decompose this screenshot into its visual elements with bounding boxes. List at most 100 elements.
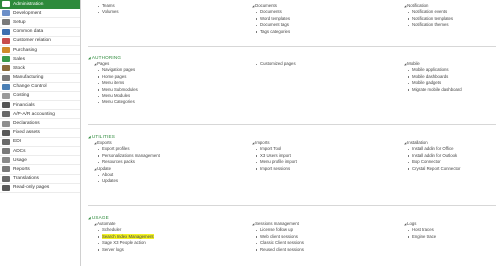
sidebar-item-label: Translations xyxy=(13,176,39,182)
utilities-heading: UTILITIES xyxy=(88,134,115,139)
read-only-icon xyxy=(2,184,10,191)
link-volumes[interactable]: Volumes xyxy=(94,9,118,15)
link-label: Tags categories xyxy=(260,28,291,34)
sidebar-item-a-p-a-r-accounting[interactable]: A/P-A/R accounting xyxy=(0,110,80,120)
link-label: Navigation pages xyxy=(102,67,136,73)
sidebar-item-administration[interactable]: Administration xyxy=(0,0,80,10)
authoring-col3: MobileMobile applicationsMobile dashboar… xyxy=(404,61,462,93)
purchasing-icon xyxy=(2,47,10,54)
sidebar-item-reports[interactable]: Reports xyxy=(0,165,80,175)
link-label: Web client sessions xyxy=(260,233,298,239)
sidebar-item-label: ADCs xyxy=(13,148,26,154)
link-label: Resources packs xyxy=(102,159,135,165)
sidebar-item-financials[interactable]: Financials xyxy=(0,101,80,111)
development-icon xyxy=(2,10,10,17)
link-crystal-report-connector[interactable]: Crystal Report Connector xyxy=(404,166,460,172)
link-label: X3 Users import xyxy=(260,152,291,158)
sidebar-item-purchasing[interactable]: Purchasing xyxy=(0,46,80,56)
sidebar-item-setup[interactable]: Setup xyxy=(0,18,80,28)
link-engine-trace[interactable]: Engine trace xyxy=(404,234,436,240)
link-resources-packs[interactable]: Resources packs xyxy=(94,159,160,165)
link-tags-categories[interactable]: Tags categories xyxy=(252,29,290,35)
sidebar-item-change-control[interactable]: Change Control xyxy=(0,83,80,92)
link-label: Document tags xyxy=(260,22,289,28)
sidebar-item-costing[interactable]: Costing xyxy=(0,92,80,102)
link-import-sessions[interactable]: Import sessions xyxy=(252,166,297,172)
admin-icon xyxy=(2,1,10,8)
stock-icon xyxy=(2,65,10,72)
section-top: TeamsVolumes DocumentsDocumentsWord temp… xyxy=(88,0,496,47)
sidebar-item-manufacturing[interactable]: Manufacturing xyxy=(0,74,80,83)
link-label: License follow up xyxy=(260,227,293,233)
link-label: Sage X3 People action xyxy=(102,240,146,246)
utilities-col1: ExportsExport profilesPersonalizations m… xyxy=(94,140,160,185)
sidebar-item-label: Sales xyxy=(13,56,25,62)
link-server-logs[interactable]: Server logs xyxy=(94,247,154,253)
link-label: Customized pages xyxy=(260,61,296,66)
change-control-icon xyxy=(2,83,10,90)
sidebar-item-declarations[interactable]: Declarations xyxy=(0,119,80,129)
sidebar-item-label: Usage xyxy=(13,157,27,163)
adcs-icon xyxy=(2,148,10,155)
edi-icon xyxy=(2,138,10,145)
link-label: Word templates xyxy=(260,15,291,21)
link-label: Install addin for Outlook xyxy=(412,152,458,158)
sidebar-item-label: Reports xyxy=(13,166,30,172)
sidebar-item-adcs[interactable]: ADCs xyxy=(0,147,80,157)
link-label: Notification templates xyxy=(412,15,454,21)
sidebar-item-label: EDI xyxy=(13,139,21,145)
sidebar-item-customer-relation[interactable]: Customer relation xyxy=(0,37,80,46)
usage-icon xyxy=(2,157,10,164)
link-label: Home pages xyxy=(102,73,127,79)
sidebar-item-label: Change Control xyxy=(13,84,47,90)
link-menu-categories[interactable]: Menu Categories xyxy=(94,99,138,105)
sidebar-item-label: Fixed assets xyxy=(13,130,40,136)
sidebar-item-usage[interactable]: Usage xyxy=(0,156,80,166)
sidebar-item-translations[interactable]: Translations xyxy=(0,175,80,184)
sidebar-item-label: Administration xyxy=(13,1,44,7)
link-label: Migrate mobile dashboard xyxy=(412,86,462,92)
utilities-col2: ImportsImport ToolX3 Users importMenu pr… xyxy=(252,140,297,172)
utilities-col3: InstallationInstall addin for OfficeInst… xyxy=(404,140,460,172)
sidebar-item-development[interactable]: Development xyxy=(0,9,80,19)
section-utilities: UTILITIES ExportsExport profilesPersonal… xyxy=(88,131,496,206)
sidebar-item-sales[interactable]: Sales xyxy=(0,55,80,65)
setup-icon xyxy=(2,19,10,26)
reports-icon xyxy=(2,166,10,173)
link-label: Personalizations management xyxy=(102,152,160,158)
sidebar-item-label: Setup xyxy=(13,19,26,25)
top-col1: Teams Volumes xyxy=(94,3,118,16)
link-label: Notification themes xyxy=(412,22,449,28)
link-label: Server logs xyxy=(102,246,124,252)
link-migrate-mobile-dashboard[interactable]: Migrate mobile dashboard xyxy=(404,87,462,93)
sidebar-item-edi[interactable]: EDI xyxy=(0,138,80,147)
accounting-icon xyxy=(2,111,10,118)
sidebar-item-fixed-assets[interactable]: Fixed assets xyxy=(0,129,80,138)
usage-heading: USAGE xyxy=(88,215,109,220)
sidebar-item-read-only-pages[interactable]: Read-only pages xyxy=(0,184,80,193)
sidebar-item-common-data[interactable]: Common data xyxy=(0,28,80,37)
costing-icon xyxy=(2,92,10,99)
link-label: Import sessions xyxy=(260,165,291,171)
sidebar-item-label: Stock xyxy=(13,65,25,71)
top-col2: DocumentsDocumentsWord templatesDocument… xyxy=(252,3,290,35)
sidebar-item-stock[interactable]: Stock xyxy=(0,64,80,74)
link-label: Volumes xyxy=(102,9,119,15)
link-label: Menu Submodules xyxy=(102,86,138,92)
link-updates[interactable]: Updates xyxy=(94,178,160,184)
sidebar-item-label: Customer relation xyxy=(13,38,51,44)
link-label: Crystal Report Connector xyxy=(412,165,461,171)
usage-col3: LogsHost tracesEngine trace xyxy=(404,221,436,240)
usage-col1: AutomateSchedulerSearch Index Management… xyxy=(94,221,154,253)
link-label: Menu profile import xyxy=(260,159,297,165)
customer-relation-icon xyxy=(2,37,10,44)
link-reused-client-sessions[interactable]: Reused client sessions xyxy=(252,247,304,253)
link-label: Teams xyxy=(102,3,115,8)
link-label: Export profiles xyxy=(102,146,130,152)
link-label: Mobile gadgets xyxy=(412,80,442,86)
link-customized-pages[interactable]: Customized pages xyxy=(252,61,296,67)
link-label: Notification events xyxy=(412,9,448,15)
sidebar-item-label: Manufacturing xyxy=(13,75,44,81)
link-notification-themes[interactable]: Notification themes xyxy=(404,22,453,28)
section-authoring: AUTHORING PagesNavigation pagesHome page… xyxy=(88,52,496,125)
